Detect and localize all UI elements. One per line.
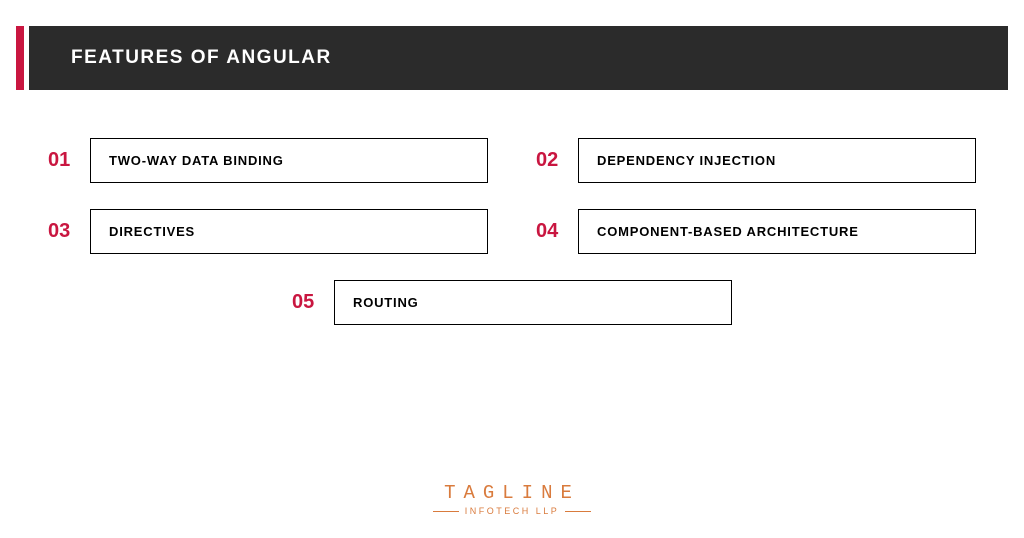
- header-bar: FEATURES OF ANGULAR: [16, 26, 1008, 90]
- feature-row: 01 TWO-WAY DATA BINDING 02 DEPENDENCY IN…: [48, 138, 976, 183]
- features-list: 01 TWO-WAY DATA BINDING 02 DEPENDENCY IN…: [0, 138, 1024, 325]
- feature-item: 05 ROUTING: [292, 280, 732, 325]
- feature-box: COMPONENT-BASED ARCHITECTURE: [578, 209, 976, 254]
- logo-main-text: TAGLINE: [444, 482, 580, 504]
- feature-box: DEPENDENCY INJECTION: [578, 138, 976, 183]
- feature-item: 03 DIRECTIVES: [48, 209, 488, 254]
- feature-number: 01: [48, 149, 90, 172]
- brand-logo: TAGLINE INFOTECH LLP: [0, 482, 1024, 516]
- header-accent: [16, 26, 24, 90]
- feature-box: TWO-WAY DATA BINDING: [90, 138, 488, 183]
- header-content: FEATURES OF ANGULAR: [29, 26, 1008, 90]
- feature-number: 05: [292, 291, 334, 314]
- feature-item: 01 TWO-WAY DATA BINDING: [48, 138, 488, 183]
- feature-box: DIRECTIVES: [90, 209, 488, 254]
- feature-item: 02 DEPENDENCY INJECTION: [536, 138, 976, 183]
- feature-item: 04 COMPONENT-BASED ARCHITECTURE: [536, 209, 976, 254]
- feature-number: 04: [536, 220, 578, 243]
- logo-sub-container: INFOTECH LLP: [433, 506, 592, 516]
- feature-number: 03: [48, 220, 90, 243]
- feature-row-center: 05 ROUTING: [48, 280, 976, 325]
- feature-number: 02: [536, 149, 578, 172]
- feature-box: ROUTING: [334, 280, 732, 325]
- page-title: FEATURES OF ANGULAR: [71, 47, 332, 69]
- logo-line-left: [433, 511, 459, 512]
- feature-row: 03 DIRECTIVES 04 COMPONENT-BASED ARCHITE…: [48, 209, 976, 254]
- logo-sub-text: INFOTECH LLP: [465, 506, 560, 516]
- logo-line-right: [565, 511, 591, 512]
